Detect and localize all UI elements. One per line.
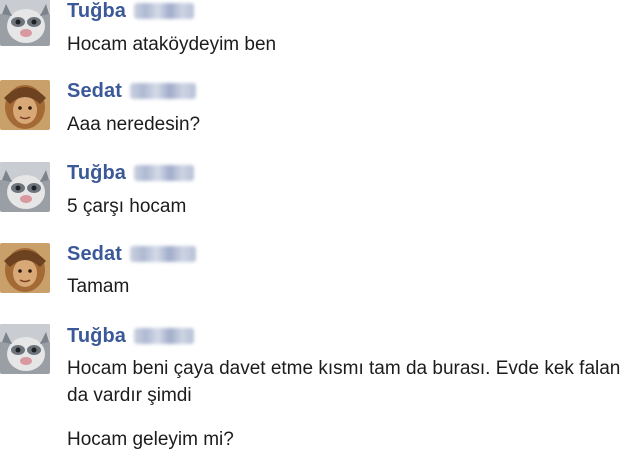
redacted-surname: [134, 165, 195, 181]
redacted-surname: [129, 83, 196, 99]
sender-name[interactable]: Sedat: [67, 79, 196, 103]
message-text: 5 çarşı hocam: [67, 196, 187, 217]
cat-avatar[interactable]: [0, 324, 50, 374]
sender-name-text: Sedat: [67, 79, 122, 102]
person-avatar[interactable]: [0, 243, 50, 293]
sender-name[interactable]: Tuğba: [67, 0, 195, 23]
cat-avatar[interactable]: [0, 0, 50, 46]
sender-name[interactable]: Tuğba: [67, 324, 195, 348]
sender-name-text: Tuğba: [67, 161, 127, 184]
redacted-surname: [134, 328, 195, 344]
message-text: Hocam geleyim mi?: [67, 429, 234, 450]
sender-name[interactable]: Tuğba: [67, 161, 195, 185]
sender-name-text: Tuğba: [67, 0, 127, 22]
person-avatar[interactable]: [0, 80, 50, 130]
message-text: Aaa neredesin?: [67, 114, 201, 135]
cat-avatar[interactable]: [0, 162, 50, 212]
redacted-surname: [129, 246, 196, 262]
chat-thread: Tuğba Hocam ataköydeyim ben Sedat Aaa ne…: [0, 0, 639, 461]
message-text: Hocam beni çaya davet etme kısmı tam da …: [67, 358, 621, 406]
sender-name-text: Sedat: [67, 242, 122, 265]
sender-name-text: Tuğba: [67, 324, 127, 347]
sender-name[interactable]: Sedat: [67, 242, 196, 266]
message-text: Hocam ataköydeyim ben: [67, 34, 277, 55]
redacted-surname: [134, 3, 195, 19]
message-text: Tamam: [67, 276, 130, 297]
